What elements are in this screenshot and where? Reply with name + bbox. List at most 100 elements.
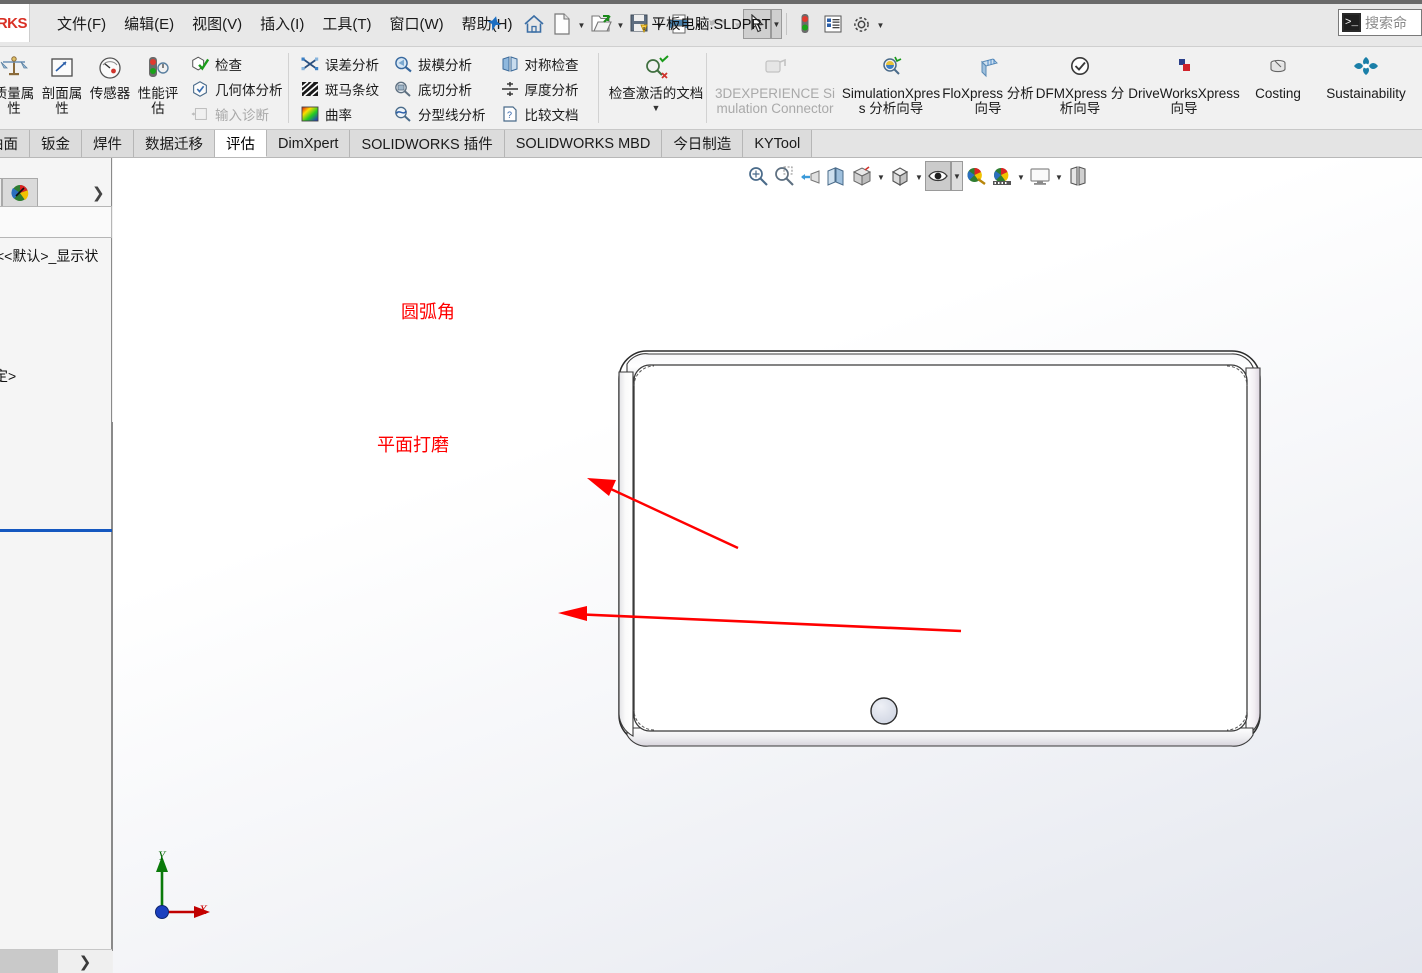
annotation-surface-grinding[interactable]: 平面打磨 — [377, 431, 449, 457]
tree-item-annotations[interactable]: 定> — [0, 366, 16, 386]
sustainability-button[interactable]: Sustainability — [1314, 47, 1418, 127]
search-commands-box[interactable]: >_ 搜索命 — [1338, 9, 1422, 36]
triad-x-label: X — [199, 902, 207, 917]
driveworksxpress-button[interactable]: DriveWorksXpress 向导 — [1126, 47, 1242, 127]
section-properties-icon — [48, 51, 76, 85]
tab-manufacturing-today[interactable]: 今日制造 — [662, 130, 744, 157]
zebra-stripes-icon — [300, 79, 320, 99]
tab-data-migration[interactable]: 数据迁移 — [134, 130, 215, 157]
menu-tools[interactable]: 工具(T) — [313, 10, 380, 37]
geometry-analysis-label: 几何体分析 — [215, 82, 283, 98]
ribbon-separator-3 — [706, 53, 707, 123]
new-document-icon[interactable] — [548, 9, 576, 39]
import-diagnostics-label: 输入诊断 — [215, 107, 269, 123]
select-cursor-icon[interactable] — [743, 9, 771, 39]
sensor-button[interactable]: 传感器 — [86, 47, 134, 127]
print-icon[interactable] — [665, 9, 693, 39]
section-properties-button[interactable]: 剖面属性 — [38, 47, 86, 127]
floxpress-button[interactable]: FloXpress 分析向导 — [942, 47, 1034, 127]
ribbon-overflow-button[interactable] — [1418, 47, 1422, 127]
parting-line-analysis-button[interactable]: 分型线分析 — [389, 101, 490, 126]
check-active-document-icon — [641, 51, 671, 85]
simulationxpress-label: SimulationXpress 分析向导 — [841, 86, 941, 117]
sensor-label: 传感器 — [89, 86, 131, 101]
undo-icon — [704, 9, 732, 39]
symmetry-check-button[interactable]: 对称检查 — [496, 51, 583, 76]
performance-evaluation-button[interactable]: 性能评估 — [134, 47, 182, 127]
check-label: 检查 — [215, 57, 242, 73]
symmetry-check-label: 对称检查 — [524, 57, 579, 73]
save-dropdown-arrow[interactable]: ▼ — [654, 9, 665, 39]
simulationxpress-button[interactable]: SimulationXpress 分析向导 — [840, 47, 942, 127]
menu-edit[interactable]: 编辑(E) — [115, 10, 183, 37]
options-dropdown-arrow[interactable]: ▼ — [875, 9, 886, 39]
new-document-dropdown-arrow[interactable]: ▼ — [576, 9, 587, 39]
parting-line-analysis-icon — [393, 104, 413, 124]
feature-manager-expand-chevron[interactable]: ❯ — [92, 184, 105, 202]
tab-dimxpert[interactable]: DimXpert — [267, 130, 351, 157]
feature-manager-scroll-thumb[interactable] — [0, 950, 58, 973]
dfmxpress-button[interactable]: DFMXpress 分析向导 — [1034, 47, 1126, 127]
tab-sheet-metal[interactable]: 钣金 — [30, 130, 82, 157]
menu-insert[interactable]: 插入(I) — [251, 10, 313, 37]
save-icon[interactable] — [626, 9, 654, 39]
tab-surfaces[interactable]: 曲面 — [0, 130, 30, 157]
feature-manager-rollback-bar[interactable] — [0, 529, 112, 532]
import-diagnostics-button: 输入诊断 — [186, 101, 287, 126]
check-active-document-dropdown-arrow[interactable]: ▼ — [652, 103, 661, 113]
triad-y-label: Y — [158, 848, 166, 863]
display-manager-icon[interactable] — [2, 178, 38, 206]
print-dropdown-arrow[interactable]: ▼ — [693, 9, 704, 39]
tab-weldments[interactable]: 焊件 — [82, 130, 134, 157]
open-document-icon[interactable] — [587, 9, 615, 39]
solidworks-window: RKS 文件(F) 编辑(E) 视图(V) 插入(I) 工具(T) 窗口(W) … — [0, 0, 1422, 973]
tab-solidworks-mbd[interactable]: SOLIDWORKS MBD — [504, 130, 663, 157]
rebuild-traffic-light-icon[interactable] — [791, 9, 819, 39]
tab-kytool[interactable]: KYTool — [743, 130, 813, 157]
home-icon[interactable] — [520, 9, 548, 39]
driveworksxpress-label: DriveWorksXpress 向导 — [1128, 86, 1240, 117]
performance-evaluation-icon — [143, 51, 173, 85]
ribbon-group-check-active-document: 检查激活的文档 ▼ — [602, 47, 710, 130]
open-document-dropdown-arrow[interactable]: ▼ — [615, 9, 626, 39]
menu-window[interactable]: 窗口(W) — [380, 10, 452, 37]
tab-evaluate[interactable]: 评估 — [215, 130, 267, 157]
graphics-area[interactable]: ▼ ▼ ▼ ▼ ▼ Y X 圆弧角 平面打磨 — [113, 158, 1422, 973]
geometry-analysis-button[interactable]: 几何体分析 — [186, 76, 287, 101]
draft-analysis-button[interactable]: 拔模分析 — [389, 51, 490, 76]
menu-view[interactable]: 视图(V) — [183, 10, 251, 37]
zebra-stripes-button[interactable]: 斑马条纹 — [296, 76, 383, 101]
undercut-analysis-button[interactable]: 底切分析 — [389, 76, 490, 101]
check-button[interactable]: 检查 — [186, 51, 287, 76]
ribbon-separator-1 — [288, 53, 289, 123]
search-placeholder: 搜索命 — [1365, 14, 1407, 31]
undo-dropdown-arrow[interactable]: ▼ — [732, 9, 743, 39]
compare-documents-button[interactable]: ? 比较文档 — [496, 101, 583, 126]
deviation-analysis-button[interactable]: 误差分析 — [296, 51, 383, 76]
costing-button[interactable]: Costing — [1242, 47, 1314, 127]
check-icon — [190, 54, 210, 74]
check-active-document-button[interactable]: 检查激活的文档 ▼ — [602, 47, 710, 127]
thickness-analysis-label: 厚度分析 — [524, 82, 579, 98]
tab-solidworks-addins[interactable]: SOLIDWORKS 插件 — [350, 130, 505, 157]
file-properties-icon[interactable] — [819, 9, 847, 39]
quick-access-toolbar: ▼ ▼ ▼ ▼ ▼ ▼ ▼ — [520, 5, 886, 43]
feature-manager-panel: ❯ <<默认>_显示状 定> ❯ — [0, 158, 134, 973]
main-menu: 文件(F) 编辑(E) 视图(V) 插入(I) 工具(T) 窗口(W) 帮助(H… — [48, 10, 521, 37]
tablet-computer-model[interactable] — [113, 158, 1422, 973]
annotation-rounded-corner[interactable]: 圆弧角 — [401, 298, 455, 324]
sustainability-icon — [1352, 51, 1380, 85]
options-gear-icon[interactable] — [847, 9, 875, 39]
curvature-button[interactable]: 曲率 — [296, 101, 383, 126]
thickness-analysis-button[interactable]: 厚度分析 — [496, 76, 583, 101]
feature-manager-filter-box[interactable] — [0, 206, 112, 238]
parting-line-analysis-label: 分型线分析 — [418, 107, 486, 123]
menu-file[interactable]: 文件(F) — [48, 10, 115, 37]
draft-analysis-icon — [393, 54, 413, 74]
tree-item-display-state[interactable]: <<默认>_显示状 — [0, 246, 98, 266]
dfmxpress-icon — [1066, 51, 1094, 85]
undercut-analysis-label: 底切分析 — [418, 82, 472, 98]
feature-manager-bottom-chevron[interactable]: ❯ — [58, 950, 112, 973]
mass-properties-button[interactable]: 质量属性 — [0, 47, 38, 127]
select-dropdown-arrow[interactable]: ▼ — [771, 9, 782, 39]
